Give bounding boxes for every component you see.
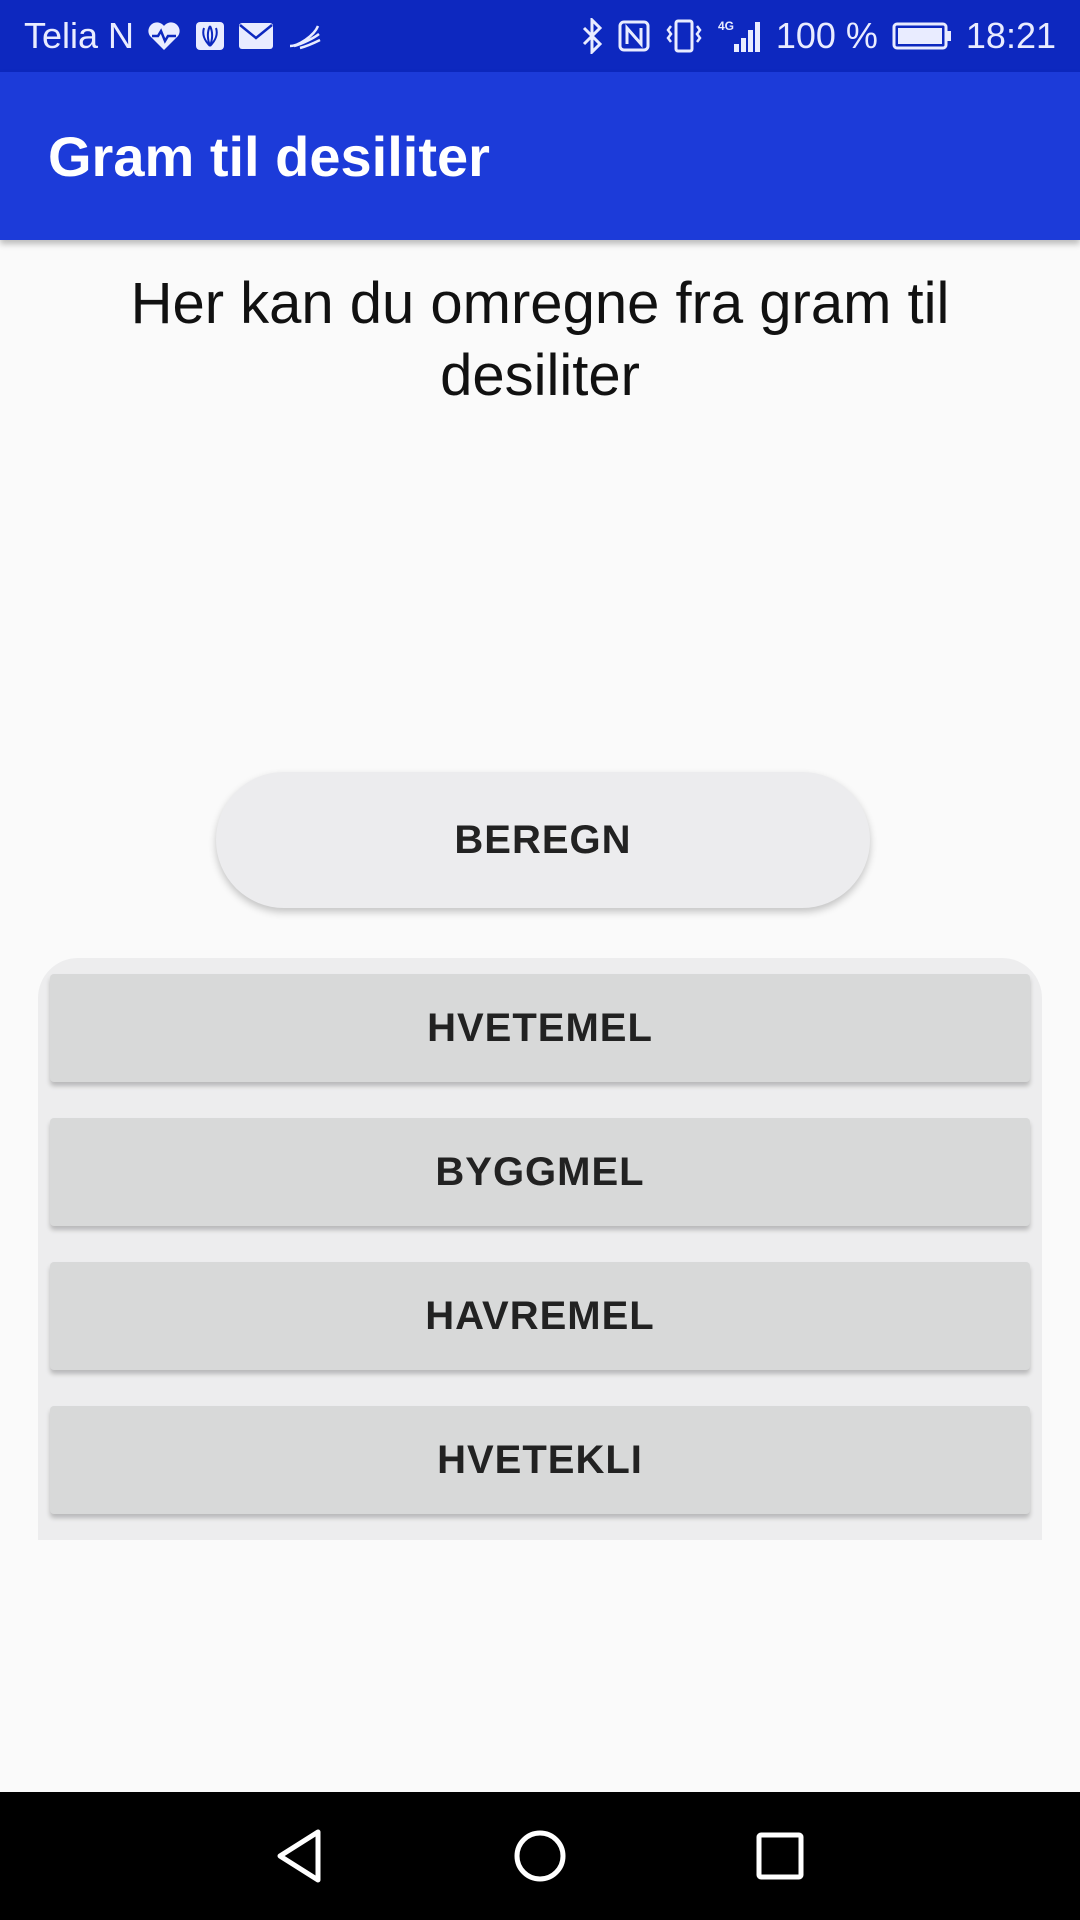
recents-icon[interactable] <box>740 1816 820 1896</box>
battery-percent: 100 % <box>775 15 878 56</box>
beregn-button[interactable]: BEREGN <box>216 772 870 908</box>
app-bar: Gram til desiliter <box>0 72 1080 240</box>
bluetooth-icon <box>580 18 604 54</box>
nfc-icon <box>618 20 650 52</box>
intro-text: Her kan du omregne fra gram til desilite… <box>130 271 950 408</box>
navigation-bar <box>0 1792 1080 1920</box>
hvetemel-button[interactable]: HVETEMEL <box>50 974 1030 1082</box>
heart-monitor-icon <box>146 20 182 52</box>
home-icon[interactable] <box>500 1816 580 1896</box>
svg-text:4G: 4G <box>718 19 734 33</box>
battery-icon <box>892 21 952 51</box>
huawei-app-icon <box>194 20 226 52</box>
hvetekli-button[interactable]: HVETEKLI <box>50 1406 1030 1514</box>
status-left: Telia N <box>24 0 322 72</box>
havremel-button[interactable]: HAVREMEL <box>50 1262 1030 1370</box>
carrier-name: Telia N <box>24 15 135 56</box>
swype-icon <box>286 22 322 50</box>
mail-icon <box>238 22 274 50</box>
status-right: 4G 100 % 18:21 <box>580 0 1056 72</box>
app-title: Gram til desiliter <box>48 124 490 188</box>
options-panel: HVETEMEL BYGGMEL HAVREMEL HVETEKLI <box>38 958 1042 1540</box>
status-bar: Telia N 4G 100 % 18:21 <box>0 0 1080 72</box>
back-icon[interactable] <box>260 1816 340 1896</box>
clock: 18:21 <box>965 15 1056 56</box>
vibrate-icon <box>664 18 704 54</box>
byggmel-button[interactable]: BYGGMEL <box>50 1118 1030 1226</box>
signal-4g-icon: 4G <box>718 18 762 54</box>
